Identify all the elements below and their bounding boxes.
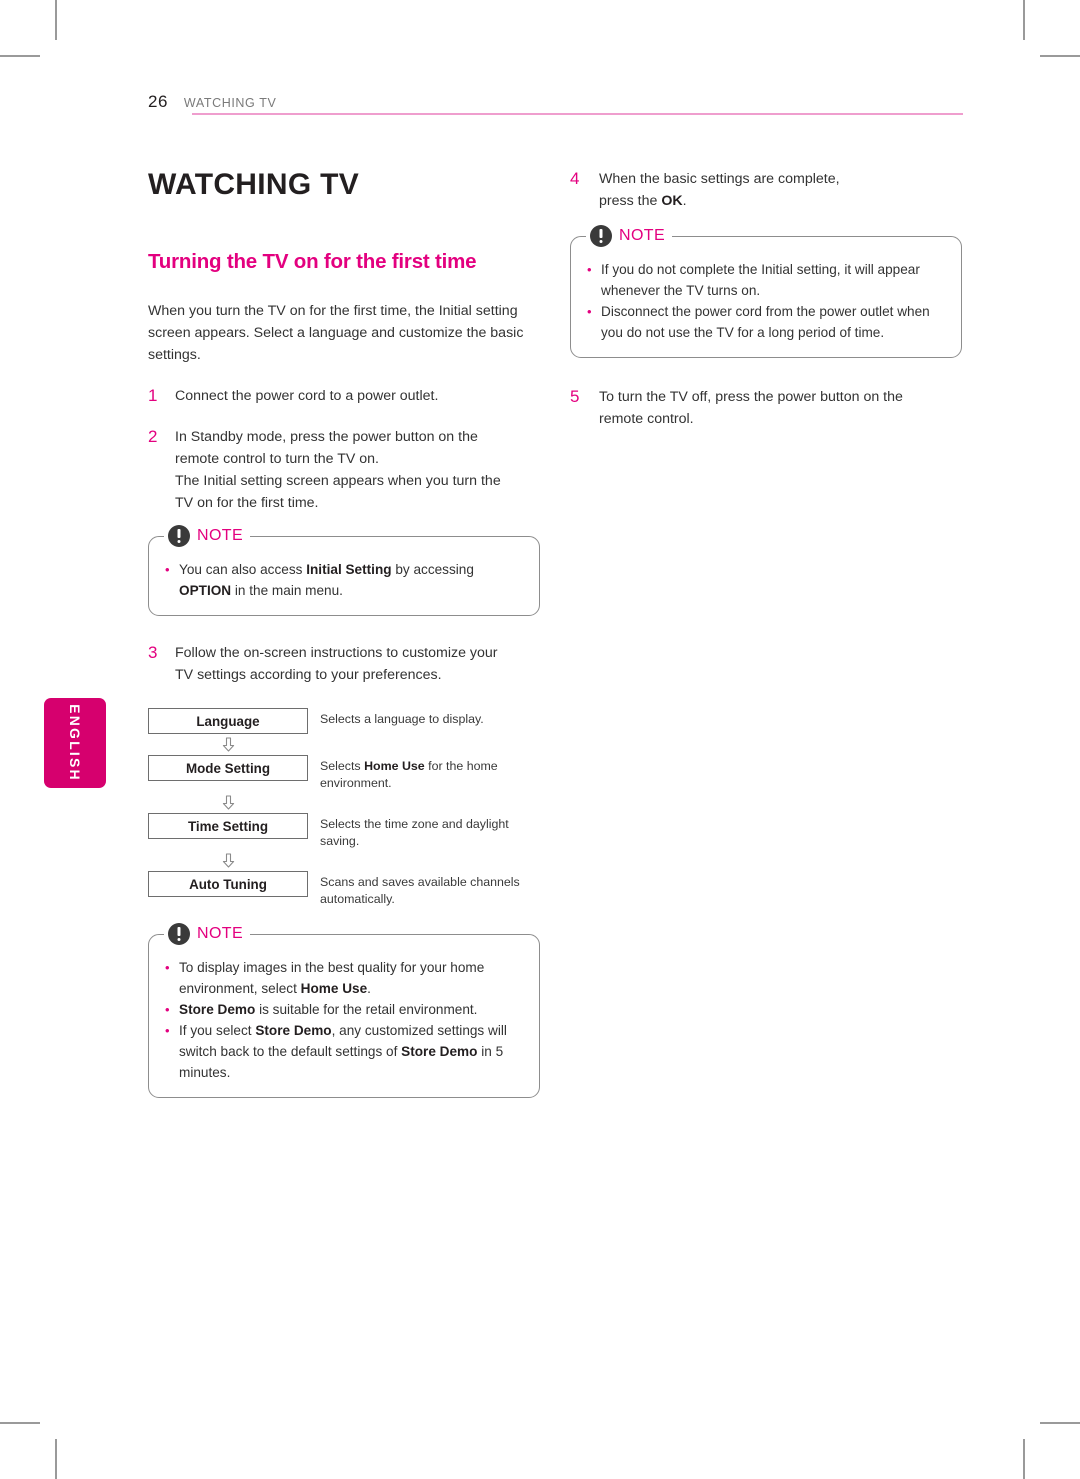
note-list-item: If you select Store Demo, any customized…	[163, 1020, 525, 1083]
emphasis-text: OK	[661, 193, 683, 209]
crop-mark-top-right-horizontal	[1040, 55, 1080, 57]
running-head: 26 WATCHING TV	[148, 92, 963, 112]
text-line: The Initial setting screen appears when …	[175, 473, 501, 489]
emphasis-text: Initial Setting	[306, 562, 392, 577]
note-box-2-list: To display images in the best quality fo…	[163, 957, 525, 1083]
right-column: 4 When the basic settings are complete, p…	[570, 168, 962, 430]
crop-mark-top-right-vertical	[1023, 0, 1025, 40]
note-box-1-frame: You can also access Initial Setting by a…	[148, 536, 540, 616]
step-4-text: When the basic settings are complete, pre…	[599, 168, 962, 212]
flow-row: Auto Tuning Scans and saves available cha…	[148, 871, 540, 908]
flow-row: Time Setting Selects the time zone and da…	[148, 813, 540, 850]
arrow-down-outline-icon	[148, 850, 308, 871]
arrow-down-outline-icon	[148, 792, 308, 813]
step-2-number: 2	[148, 427, 158, 446]
language-side-tab-label: ENGLISH	[67, 704, 83, 782]
note-box-1-header: NOTE	[164, 524, 251, 548]
arrow-down-outline-icon	[148, 734, 308, 755]
step-4-number: 4	[570, 169, 580, 188]
chapter-title: WATCHING TV	[183, 96, 277, 110]
text-line: To turn the TV off, press the power butt…	[599, 389, 903, 405]
note-box-2-header: NOTE	[164, 922, 251, 946]
note-box-3-header: NOTE	[586, 224, 673, 248]
text-line: remote control to turn the TV on.	[175, 451, 379, 467]
exclamation-circle-icon	[168, 525, 190, 547]
flow-step-box[interactable]: Language	[148, 708, 308, 734]
step-2: 2 In Standby mode, press the power butto…	[148, 426, 540, 514]
flow-step-description: Selects the time zone and daylight savin…	[320, 817, 509, 848]
note-box-2: To display images in the best quality fo…	[148, 922, 540, 1098]
note-box-3-label: NOTE	[619, 227, 666, 244]
emphasis-text: Home Use	[300, 981, 368, 996]
page-title: WATCHING TV	[148, 168, 360, 201]
text-line: remote control.	[599, 411, 694, 427]
exclamation-circle-icon	[168, 923, 190, 945]
note-box-3: If you do not complete the Initial setti…	[570, 224, 962, 358]
crop-mark-bottom-left-vertical	[55, 1439, 57, 1479]
text-line: TV settings according to your preference…	[175, 667, 442, 683]
header-rule	[192, 113, 963, 115]
step-1: 1 Connect the power cord to a power outl…	[148, 385, 540, 407]
section-title: Turning the TV on for the first time	[148, 250, 477, 273]
flow-step-description: Selects a language to display.	[320, 712, 484, 726]
note-list-item: To display images in the best quality fo…	[163, 957, 525, 999]
text-line: Follow the on-screen instructions to cus…	[175, 645, 498, 661]
flow-row: Mode Setting Selects Home Use for the hom…	[148, 755, 540, 792]
note-list-item: Store Demo is suitable for the retail en…	[163, 999, 525, 1020]
page-number: 26	[148, 92, 168, 111]
note-list-item: You can also access Initial Setting by a…	[163, 559, 525, 601]
crop-mark-top-left-vertical	[55, 0, 57, 40]
flow-row: Language Selects a language to display.	[148, 708, 540, 734]
note-list-item: If you do not complete the Initial setti…	[585, 259, 947, 301]
flow-step-box[interactable]: Time Setting	[148, 813, 308, 839]
step-3: 3 Follow the on-screen instructions to c…	[148, 642, 540, 686]
step-1-text: Connect the power cord to a power outlet…	[175, 385, 540, 407]
note-box-1: You can also access Initial Setting by a…	[148, 524, 540, 616]
crop-mark-bottom-right-vertical	[1023, 1439, 1025, 1479]
exclamation-circle-icon	[590, 225, 612, 247]
emphasis-text: Store Demo	[255, 1023, 332, 1038]
emphasis-text: Store Demo	[401, 1044, 478, 1059]
text-line: Connect the power cord to a power outlet…	[175, 388, 439, 404]
note-list-item: Disconnect the power cord from the power…	[585, 301, 947, 343]
flow-step-box[interactable]: Auto Tuning	[148, 871, 308, 897]
emphasis-text: Home Use	[364, 759, 425, 773]
step-4: 4 When the basic settings are complete, p…	[570, 168, 962, 212]
step-5-number: 5	[570, 387, 580, 406]
emphasis-text: OPTION	[179, 583, 232, 598]
text-line: In Standby mode, press the power button …	[175, 429, 478, 445]
emphasis-text: Store Demo	[179, 1002, 256, 1017]
crop-mark-bottom-left-horizontal	[0, 1422, 40, 1424]
note-box-2-frame: To display images in the best quality fo…	[148, 934, 540, 1098]
step-2-text: In Standby mode, press the power button …	[175, 426, 540, 514]
crop-mark-bottom-right-horizontal	[1040, 1422, 1080, 1424]
note-box-3-frame: If you do not complete the Initial setti…	[570, 236, 962, 358]
note-box-3-list: If you do not complete the Initial setti…	[585, 259, 947, 343]
text-line: TV on for the first time.	[175, 495, 319, 511]
flow-step-description: Selects Home Use for the home environmen…	[320, 759, 498, 790]
step-5: 5 To turn the TV off, press the power bu…	[570, 386, 962, 430]
step-1-number: 1	[148, 386, 158, 405]
language-side-tab: ENGLISH	[44, 698, 106, 788]
note-box-1-list: You can also access Initial Setting by a…	[163, 559, 525, 601]
text-line: When the basic settings are complete,	[599, 171, 840, 187]
crop-mark-top-left-horizontal	[0, 55, 40, 57]
left-column: WATCHING TV Turning the TV on for the fi…	[148, 168, 540, 1098]
flow-step-box[interactable]: Mode Setting	[148, 755, 308, 781]
setup-flow-diagram: Language Selects a language to display. Mo…	[148, 708, 540, 908]
step-3-text: Follow the on-screen instructions to cus…	[175, 642, 540, 686]
step-5-text: To turn the TV off, press the power butt…	[599, 386, 962, 430]
intro-paragraph: When you turn the TV on for the first ti…	[148, 303, 524, 363]
text-line: press the OK.	[599, 193, 687, 209]
note-box-1-label: NOTE	[197, 527, 244, 544]
note-box-2-label: NOTE	[197, 925, 244, 942]
step-3-number: 3	[148, 643, 158, 662]
flow-step-description: Scans and saves available channels autom…	[320, 875, 520, 906]
